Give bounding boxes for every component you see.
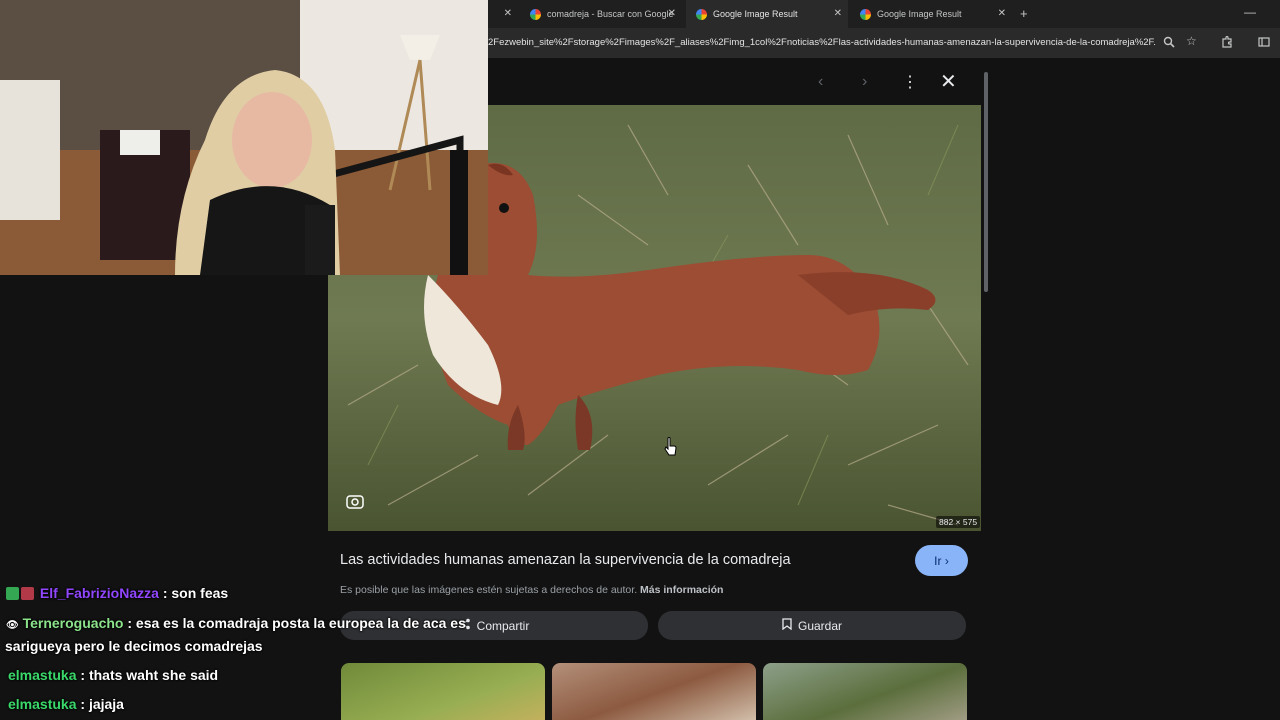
scrollbar-thumb[interactable] [984, 72, 988, 292]
chat-text: thats waht she said [88, 667, 219, 683]
tab-comadreja-search[interactable]: comadreja - Buscar con Google ✕ [520, 0, 682, 28]
chat-message: Elf_FabrizioNazza : son feas [6, 585, 228, 601]
chat-text: jajaja [88, 696, 124, 712]
sidebar-icon[interactable] [1258, 36, 1270, 51]
google-favicon-icon [530, 8, 541, 20]
chat-separator: : [80, 667, 86, 683]
related-image-thumbnail[interactable] [763, 663, 967, 720]
tab-label: Google Image Result [877, 9, 962, 19]
google-favicon-icon [696, 8, 707, 20]
save-label: Guardar [797, 618, 843, 633]
visit-label: Ir [934, 553, 942, 568]
lens-search-icon[interactable] [346, 494, 364, 510]
bookmark-star-icon[interactable]: ☆ [1186, 34, 1197, 48]
chat-username: Terneroguacho [22, 615, 124, 631]
zoom-icon[interactable] [1163, 36, 1175, 51]
more-info-link[interactable]: Más información [640, 584, 723, 596]
chat-separator: : [127, 615, 133, 631]
streamer-webcam [0, 0, 488, 275]
chat-message-continued: sarigueya pero le decimos comadrejas [5, 638, 263, 654]
save-button[interactable]: Guardar [658, 611, 966, 640]
close-icon[interactable]: ✕ [998, 8, 1006, 19]
tab-image-result-active[interactable]: Google Image Result ✕ [686, 0, 848, 28]
copyright-notice: Es posible que las imágenes estén sujeta… [340, 584, 723, 596]
chat-text: sarigueya pero le decimos comadrejas [5, 638, 263, 654]
close-icon[interactable]: ✕ [504, 8, 512, 19]
tab-label: Google Image Result [713, 9, 798, 19]
related-image-thumbnail[interactable] [552, 663, 756, 720]
image-title[interactable]: Las actividades humanas amenazan la supe… [340, 552, 791, 568]
more-options-icon[interactable]: ⋮ [902, 72, 918, 92]
next-image-button[interactable]: › [862, 73, 867, 91]
chevron-right-icon: › [941, 553, 949, 568]
chat-text: son feas [171, 585, 229, 601]
chat-username: Elf_FabrizioNazza [39, 585, 159, 601]
close-viewer-button[interactable]: ✕ [940, 69, 957, 94]
share-label: Compartir [476, 618, 530, 633]
chat-message: 👁 Terneroguacho : esa es la comadraja po… [6, 615, 466, 631]
bookmark-icon [782, 618, 792, 633]
tab-image-result[interactable]: Google Image Result ✕ [850, 0, 1012, 28]
chat-separator: : [80, 696, 86, 712]
url-field[interactable]: 2Fezwebin_site%2Fstorage%2Fimages%2F_ali… [488, 37, 1156, 48]
copyright-text: Es posible que las imágenes estén sujeta… [340, 584, 638, 596]
eye-badge-icon: 👁 [6, 620, 19, 631]
related-image-thumbnail[interactable] [341, 663, 545, 720]
chat-username: elmastuka [8, 667, 77, 683]
tab-label: comadreja - Buscar con Google [547, 9, 674, 19]
tab-partial[interactable]: ✕ [488, 0, 518, 28]
previous-image-button[interactable]: ‹ [818, 73, 823, 91]
visit-button[interactable]: Ir › [915, 545, 968, 576]
chat-message: elmastuka : jajaja [8, 696, 124, 712]
close-icon[interactable]: ✕ [668, 8, 676, 19]
minimize-button[interactable]: — [1244, 5, 1256, 19]
chat-username: elmastuka [8, 696, 77, 712]
extensions-icon[interactable] [1221, 35, 1233, 51]
close-icon[interactable]: ✕ [834, 8, 842, 19]
image-dimensions: 882 × 575 [936, 516, 981, 528]
google-favicon-icon [860, 8, 871, 20]
new-tab-button[interactable]: + [1020, 6, 1028, 21]
verified-badge-icon [6, 587, 19, 600]
chat-message: elmastuka : thats waht she said [8, 667, 218, 683]
screen: ✕ comadreja - Buscar con Google ✕ Google… [0, 0, 1280, 720]
chat-separator: : [162, 585, 168, 601]
mouse-cursor-icon [664, 437, 678, 462]
sub-badge-icon [21, 587, 34, 600]
chat-text: esa es la comadraja posta la europea la … [135, 615, 466, 631]
